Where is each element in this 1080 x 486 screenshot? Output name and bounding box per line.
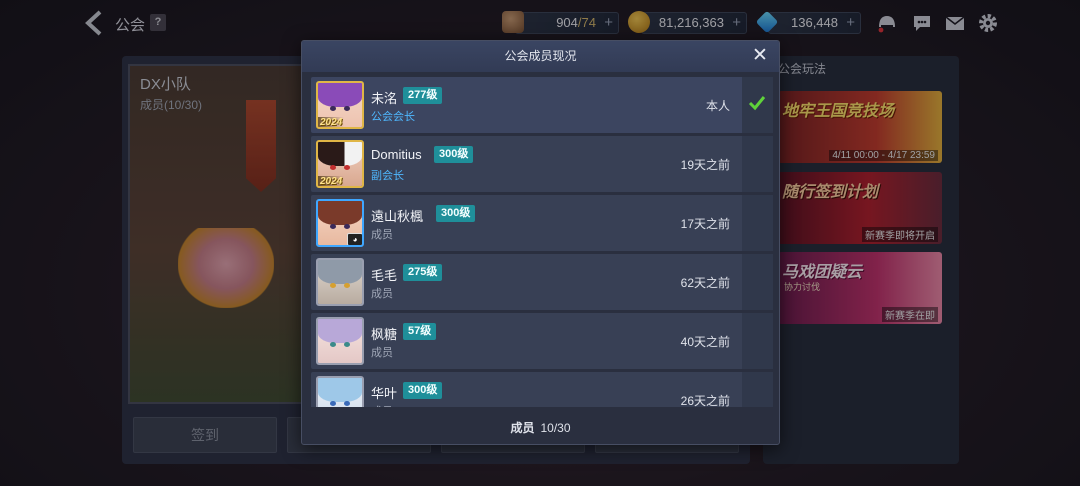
member-name: 遠山秋楓 [371, 209, 424, 224]
member-avatar[interactable] [316, 258, 364, 306]
member-level-badge: 300级 [436, 205, 476, 222]
member-list[interactable]: 2024 未洺 277级 公会会长 本人 2024 Domitius 300级 … [311, 77, 773, 407]
member-avatar[interactable]: 2024 [316, 81, 364, 129]
dialog-header: 公会成员现况 [302, 41, 779, 72]
member-row[interactable]: ◕ 遠山秋楓 300级 成员 17天之前 [311, 195, 773, 251]
member-status: 19天之前 [680, 158, 730, 172]
member-row[interactable]: 枫糖 57级 成员 40天之前 [311, 313, 773, 369]
member-row[interactable]: 2024 Domitius 300级 副会长 19天之前 [311, 136, 773, 192]
member-status: 17天之前 [680, 217, 730, 231]
member-status: 40天之前 [680, 335, 730, 349]
year-badge: 2024 [318, 117, 345, 128]
guild-members-dialog: 公会成员现况 ✕ 2024 未洺 277级 公会会长 本人 2024 Domit… [301, 40, 780, 445]
member-row-action [742, 77, 773, 133]
game-screen: 公会 ? 904/74 + 81,216,363 + 136,448 + DX小… [0, 0, 1080, 486]
member-avatar[interactable]: 2024 [316, 140, 364, 188]
member-status: 本人 [705, 99, 730, 113]
member-role: 副会长 [371, 170, 404, 182]
member-level-badge: 300级 [403, 382, 443, 399]
member-name: Domitius [371, 147, 422, 162]
member-name: 枫糖 [371, 327, 398, 342]
member-name: 毛毛 [371, 268, 398, 283]
member-count-footer: 成员 10/30 [302, 410, 779, 444]
member-name: 华叶 [371, 386, 398, 401]
member-level-badge: 57级 [403, 323, 437, 340]
checkmark-icon [748, 96, 766, 111]
member-row[interactable]: 华叶 300级 成员 26天之前 [311, 372, 773, 407]
member-row-action [742, 372, 773, 407]
member-role: 成员 [371, 229, 393, 241]
member-level-badge: 300级 [434, 146, 474, 163]
member-role: 公会会长 [371, 111, 415, 123]
member-avatar[interactable]: ◕ [316, 199, 364, 247]
member-avatar[interactable] [316, 376, 364, 407]
member-level-badge: 277级 [403, 87, 443, 104]
dialog-title: 公会成员现况 [504, 49, 577, 63]
member-role: 成员 [371, 288, 393, 300]
member-avatar[interactable] [316, 317, 364, 365]
member-row[interactable]: 毛毛 275级 成员 62天之前 [311, 254, 773, 310]
close-icon[interactable]: ✕ [749, 45, 771, 67]
member-row-action [742, 136, 773, 192]
year-badge: 2024 [318, 176, 345, 187]
member-row-action [742, 254, 773, 310]
footer-count: 10/30 [540, 421, 571, 435]
member-level-badge: 275级 [403, 264, 443, 281]
member-name: 未洺 [371, 91, 398, 106]
member-status: 62天之前 [680, 276, 730, 290]
member-row-action [742, 195, 773, 251]
member-status: 26天之前 [680, 394, 730, 407]
companion-badge-icon: ◕ [347, 233, 362, 245]
member-role: 成员 [371, 347, 393, 359]
member-role: 成员 [371, 403, 393, 407]
member-row[interactable]: 2024 未洺 277级 公会会长 本人 [311, 77, 773, 133]
footer-label: 成员 [510, 421, 535, 435]
member-row-action [742, 313, 773, 369]
